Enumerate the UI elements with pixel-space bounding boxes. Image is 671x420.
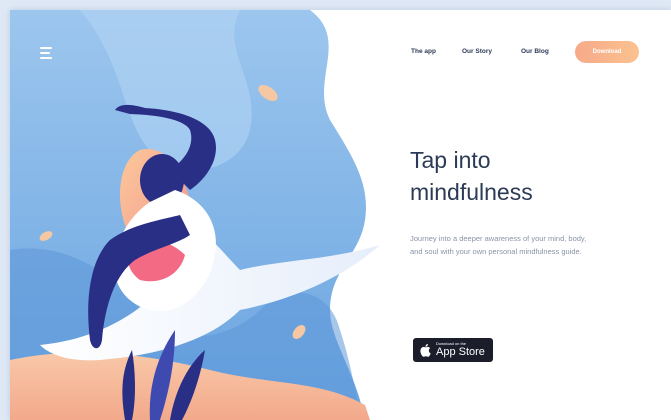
download-button[interactable]: Download <box>575 41 639 63</box>
nav-link-our-blog[interactable]: Our Blog <box>521 48 549 55</box>
menu-line <box>40 47 52 49</box>
hamburger-menu-icon[interactable] <box>40 47 56 61</box>
app-store-text: Download on the App Store <box>436 342 485 358</box>
hero-headline: Tap into mindfulness <box>410 144 610 208</box>
hero-subtext: Journey into a deeper awareness of your … <box>410 234 587 256</box>
app-store-button[interactable]: Download on the App Store <box>413 338 493 362</box>
headline-line-1: Tap into <box>410 147 491 173</box>
hero-illustration <box>10 10 380 420</box>
apple-icon <box>420 344 431 357</box>
menu-line <box>40 52 50 54</box>
landing-page: The app Our Story Our Blog Download Tap … <box>10 10 671 420</box>
headline-line-2: mindfulness <box>410 179 533 205</box>
nav-link-the-app[interactable]: The app <box>411 48 436 55</box>
app-store-big-text: App Store <box>436 346 485 358</box>
menu-line <box>40 57 52 59</box>
nav-link-our-story[interactable]: Our Story <box>462 48 492 55</box>
